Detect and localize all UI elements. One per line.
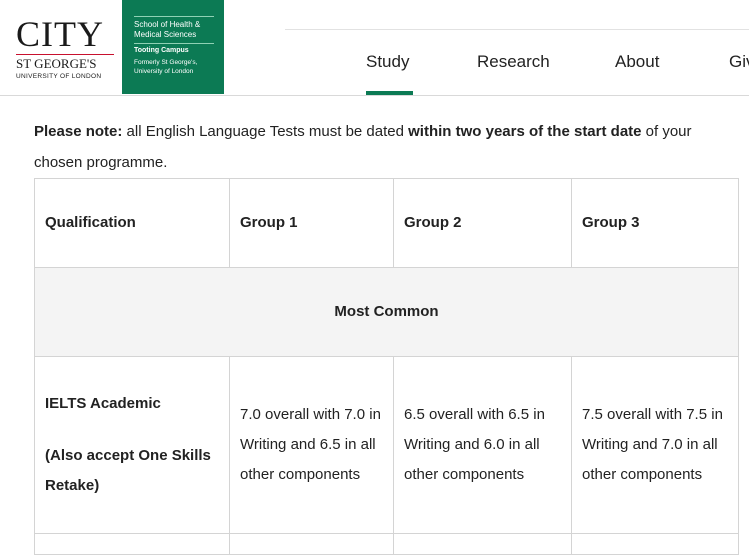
qualification-note: (Also accept One Skills Retake) — [45, 447, 211, 494]
table-cell — [393, 533, 572, 555]
nav-item-give[interactable]: Giv — [729, 52, 749, 72]
header-divider — [0, 95, 749, 96]
note-emphasis: within two years of the start date — [408, 123, 642, 140]
table-row — [34, 533, 739, 555]
nav-item-research[interactable]: Research — [477, 52, 550, 72]
table-cell — [229, 533, 394, 555]
main-nav: Study Research About Giv — [0, 44, 749, 94]
nav-item-about[interactable]: About — [615, 52, 659, 72]
note-lead: Please note: — [34, 123, 123, 140]
note-text: all English Language Tests must be dated — [122, 123, 409, 140]
section-row: Most Common — [34, 267, 739, 357]
nav-item-study[interactable]: Study — [366, 52, 409, 72]
group-3-cell: 7.5 overall with 7.5 in Writing and 7.0 … — [571, 356, 739, 534]
qualification-cell: IELTS Academic (Also accept One Skills R… — [34, 356, 230, 534]
section-label: Most Common — [34, 267, 739, 357]
english-test-note: Please note: all English Language Tests … — [34, 116, 744, 178]
group-1-cell: 7.0 overall with 7.0 in Writing and 6.5 … — [229, 356, 394, 534]
header-group-1: Group 1 — [229, 178, 394, 268]
nav-top-divider — [285, 29, 749, 30]
site-header: CITY ST GEORGE'S UNIVERSITY OF LONDON Sc… — [0, 0, 749, 96]
english-requirements-table: Qualification Group 1 Group 2 Group 3 Mo… — [34, 178, 739, 555]
header-group-3: Group 3 — [571, 178, 739, 268]
logo-school-name: School of Health & Medical Sciences — [134, 20, 201, 39]
header-qualification: Qualification — [34, 178, 230, 268]
table-header-row: Qualification Group 1 Group 2 Group 3 — [34, 178, 739, 268]
table-cell — [34, 533, 230, 555]
group-2-cell: 6.5 overall with 6.5 in Writing and 6.0 … — [393, 356, 572, 534]
table-cell — [571, 533, 739, 555]
logo-divider — [134, 16, 214, 17]
table-row: IELTS Academic (Also accept One Skills R… — [34, 356, 739, 534]
header-group-2: Group 2 — [393, 178, 572, 268]
qualification-name: IELTS Academic — [45, 395, 161, 412]
